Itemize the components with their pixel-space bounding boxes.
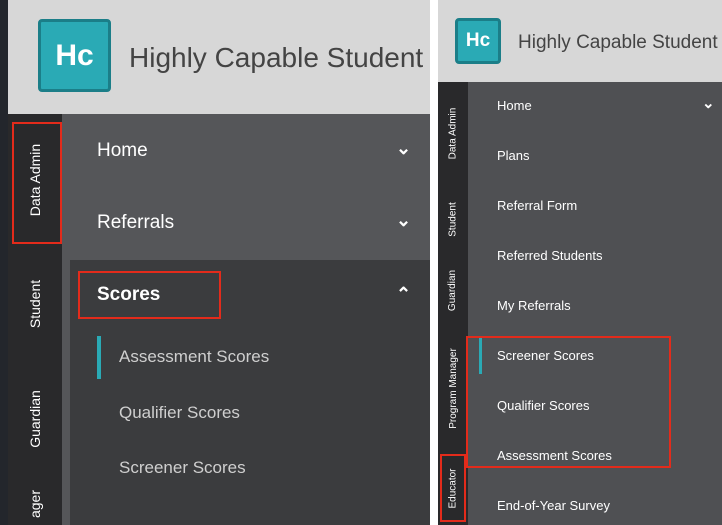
menu-item-plans[interactable]: Plans (497, 148, 530, 163)
right-screenshot-panel: Hc Highly Capable Student L Data Admin S… (438, 0, 722, 525)
app-logo[interactable]: Hc (38, 19, 111, 92)
active-indicator (97, 336, 101, 379)
left-screenshot-panel: Hc Highly Capable Student L Data Admin S… (8, 0, 430, 525)
app-title: Highly Capable Student L (129, 42, 430, 73)
menu-item-referred-students[interactable]: Referred Students (497, 248, 603, 263)
submenu-assessment-scores[interactable]: Assessment Scores (119, 347, 269, 367)
app-header: Hc Highly Capable Student L (8, 0, 430, 114)
rail-tab-guardian[interactable]: Guardian (438, 254, 468, 326)
rail-tab-guardian[interactable]: Guardian (8, 364, 62, 474)
app-title: Highly Capable Student L (518, 32, 722, 53)
chevron-down-icon[interactable]: ⌄ (396, 138, 411, 159)
menu-item-end-of-year-survey[interactable]: End-of-Year Survey (497, 498, 610, 513)
rail-tab-data-admin[interactable]: Data Admin (8, 124, 62, 236)
side-menu: Home ⌄ Plans Referral Form Referred Stud… (468, 82, 722, 525)
rail-tab-program-manager[interactable]: ager (8, 474, 62, 525)
rail-tab-data-admin[interactable]: Data Admin (438, 82, 468, 184)
app-logo[interactable]: Hc (455, 18, 501, 64)
menu-item-screener-scores[interactable]: Screener Scores (497, 348, 594, 363)
submenu-qualifier-scores[interactable]: Qualifier Scores (119, 403, 240, 423)
menu-item-referrals[interactable]: Referrals (97, 212, 174, 234)
active-indicator (479, 338, 482, 374)
rail-tab-student[interactable]: Student (438, 184, 468, 254)
submenu-screener-scores[interactable]: Screener Scores (119, 458, 246, 478)
menu-item-assessment-scores[interactable]: Assessment Scores (497, 448, 612, 463)
app-header: Hc Highly Capable Student L (438, 0, 722, 82)
chevron-down-icon[interactable]: ⌄ (396, 210, 411, 231)
role-rail: Data Admin Student Guardian ager (8, 114, 62, 525)
side-menu: Home ⌄ Referrals ⌄ Scores ⌃ Assessment S… (62, 114, 430, 525)
menu-item-home[interactable]: Home (497, 98, 532, 113)
role-rail: Data Admin Student Guardian Program Mana… (438, 82, 468, 525)
menu-item-qualifier-scores[interactable]: Qualifier Scores (497, 398, 589, 413)
chevron-up-icon[interactable]: ⌃ (396, 284, 411, 305)
rail-tab-student[interactable]: Student (8, 244, 62, 364)
menu-item-referral-form[interactable]: Referral Form (497, 198, 577, 213)
window-edge (0, 0, 8, 525)
menu-item-home[interactable]: Home (97, 140, 148, 162)
rail-tab-program-manager[interactable]: Program Manager (438, 326, 468, 450)
menu-item-scores[interactable]: Scores (97, 284, 160, 306)
menu-item-my-referrals[interactable]: My Referrals (497, 298, 571, 313)
rail-tab-educator[interactable]: Educator (438, 452, 468, 524)
chevron-down-icon[interactable]: ⌄ (702, 94, 715, 112)
